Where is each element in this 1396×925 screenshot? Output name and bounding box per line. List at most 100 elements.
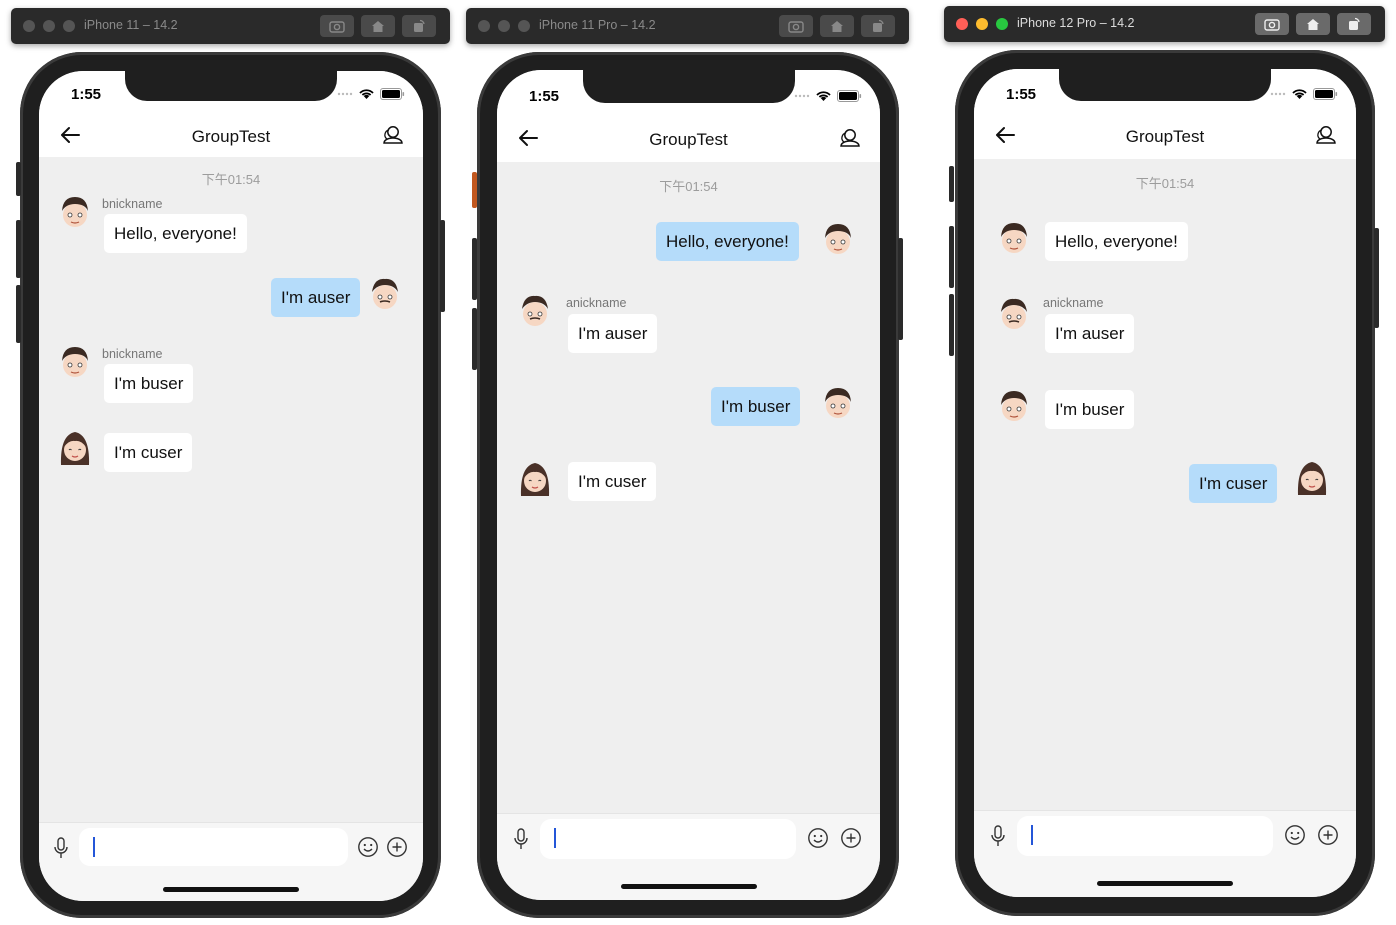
device-screen: 1:55 GroupTest 下午01:54 Hello, everyone! …: [974, 69, 1356, 897]
microphone-icon[interactable]: [53, 837, 69, 859]
power-button[interactable]: [440, 220, 445, 312]
message-bubble[interactable]: I'm buser: [1045, 390, 1135, 429]
power-button[interactable]: [898, 238, 903, 340]
boy-avatar-icon[interactable]: [820, 384, 856, 424]
group-info-icon[interactable]: [838, 127, 860, 149]
boy-avatar-icon[interactable]: [996, 219, 1032, 259]
man-avatar-icon[interactable]: [996, 295, 1032, 335]
power-button[interactable]: [1374, 228, 1379, 328]
minimize-window-button[interactable]: [976, 18, 988, 30]
plus-circle-icon[interactable]: [1317, 824, 1339, 846]
plus-circle-icon[interactable]: [386, 836, 408, 858]
message-bubble[interactable]: I'm cuser: [1189, 464, 1278, 503]
side-button[interactable]: [472, 172, 477, 208]
close-window-button[interactable]: [23, 20, 35, 32]
simulator-titlebar[interactable]: iPhone 12 Pro – 14.2: [944, 6, 1385, 42]
home-indicator[interactable]: [163, 887, 299, 892]
close-window-button[interactable]: [478, 20, 490, 32]
message-bubble[interactable]: I'm buser: [711, 387, 801, 426]
input-bar: [974, 810, 1356, 863]
notch: [582, 70, 795, 103]
volume-down-button[interactable]: [16, 285, 21, 343]
close-window-button[interactable]: [956, 18, 968, 30]
signal-icon: [794, 94, 810, 98]
message-list[interactable]: 下午01:54 bnickname Hello, everyone! I'm a…: [39, 157, 423, 823]
message-input[interactable]: [540, 819, 796, 859]
home-button[interactable]: [820, 15, 854, 37]
boy-avatar-icon[interactable]: [996, 387, 1032, 427]
screenshot-button[interactable]: [320, 15, 354, 37]
boy-avatar-icon[interactable]: [57, 193, 93, 233]
simulator-titlebar[interactable]: iPhone 11 Pro – 14.2: [466, 8, 909, 44]
window-title: iPhone 11 Pro – 14.2: [539, 18, 656, 32]
message-bubble[interactable]: I'm cuser: [568, 462, 657, 501]
message-input[interactable]: [1017, 816, 1273, 856]
message-bubble[interactable]: I'm auser: [1045, 314, 1135, 353]
signal-icon: [1270, 92, 1286, 96]
home-indicator[interactable]: [1097, 881, 1233, 886]
minimize-window-button[interactable]: [43, 20, 55, 32]
zoom-window-button[interactable]: [518, 20, 530, 32]
home-button[interactable]: [361, 15, 395, 37]
message-timestamp: 下午01:54: [659, 179, 718, 194]
message-bubble[interactable]: Hello, everyone!: [1045, 222, 1188, 261]
simulator-titlebar[interactable]: iPhone 11 – 14.2: [11, 8, 450, 44]
zoom-window-button[interactable]: [63, 20, 75, 32]
microphone-icon[interactable]: [513, 828, 529, 850]
rotate-button[interactable]: [861, 15, 895, 37]
device-screen: 1:55 GroupTest 下午01:54 bnickname Hello, …: [39, 71, 423, 901]
side-button[interactable]: [16, 162, 21, 196]
man-avatar-icon[interactable]: [517, 292, 553, 332]
group-info-icon[interactable]: [1314, 124, 1336, 146]
microphone-icon[interactable]: [990, 825, 1006, 847]
boy-avatar-icon[interactable]: [57, 343, 93, 383]
message-bubble[interactable]: Hello, everyone!: [656, 222, 799, 261]
camera-icon: [788, 21, 804, 33]
emoji-icon[interactable]: [807, 827, 829, 849]
wifi-icon: [816, 90, 831, 101]
message-nickname: bnickname: [102, 347, 163, 361]
home-button[interactable]: [1296, 13, 1330, 35]
volume-down-button[interactable]: [472, 308, 477, 370]
message-list[interactable]: 下午01:54 Hello, everyone! anickname I'm a…: [974, 159, 1356, 811]
side-button[interactable]: [949, 166, 954, 202]
rotate-button[interactable]: [402, 15, 436, 37]
message-bubble[interactable]: I'm cuser: [104, 433, 193, 472]
input-bar: [497, 813, 880, 866]
chat-navbar: GroupTest: [39, 115, 423, 157]
message-bubble[interactable]: I'm auser: [271, 278, 361, 317]
emoji-icon[interactable]: [357, 836, 379, 858]
volume-down-button[interactable]: [949, 294, 954, 356]
man-avatar-icon[interactable]: [367, 275, 403, 315]
volume-up-button[interactable]: [472, 238, 477, 300]
group-info-icon[interactable]: [381, 124, 403, 146]
plus-circle-icon[interactable]: [840, 827, 862, 849]
message-timestamp: 下午01:54: [201, 172, 261, 187]
notch: [125, 71, 337, 101]
message-list[interactable]: 下午01:54 Hello, everyone! anickname I'm a…: [497, 162, 880, 814]
message-timestamp: 下午01:54: [1135, 176, 1195, 191]
simulator-iphone-11-pro: iPhone 11 Pro – 14.2 1:55 GroupTest 下午01…: [460, 0, 920, 925]
message-bubble[interactable]: I'm buser: [104, 364, 194, 403]
message-bubble[interactable]: I'm auser: [568, 314, 658, 353]
minimize-window-button[interactable]: [498, 20, 510, 32]
message-bubble[interactable]: Hello, everyone!: [104, 214, 247, 253]
girl-avatar-icon[interactable]: [517, 458, 553, 498]
volume-up-button[interactable]: [16, 220, 21, 278]
zoom-window-button[interactable]: [996, 18, 1008, 30]
girl-avatar-icon[interactable]: [57, 427, 93, 467]
chat-title: GroupTest: [649, 130, 728, 149]
message-input[interactable]: [79, 828, 348, 866]
chat-title: GroupTest: [1125, 127, 1205, 146]
emoji-icon[interactable]: [1284, 824, 1306, 846]
rotate-button[interactable]: [1337, 13, 1371, 35]
device-screen: 1:55 GroupTest 下午01:54 Hello, everyone! …: [497, 70, 880, 900]
screenshot-button[interactable]: [779, 15, 813, 37]
input-bar: [39, 822, 423, 871]
wifi-icon: [1292, 88, 1307, 99]
girl-avatar-icon[interactable]: [1294, 457, 1330, 497]
screenshot-button[interactable]: [1255, 13, 1289, 35]
home-indicator[interactable]: [620, 884, 757, 889]
volume-up-button[interactable]: [949, 226, 954, 288]
boy-avatar-icon[interactable]: [820, 220, 856, 260]
